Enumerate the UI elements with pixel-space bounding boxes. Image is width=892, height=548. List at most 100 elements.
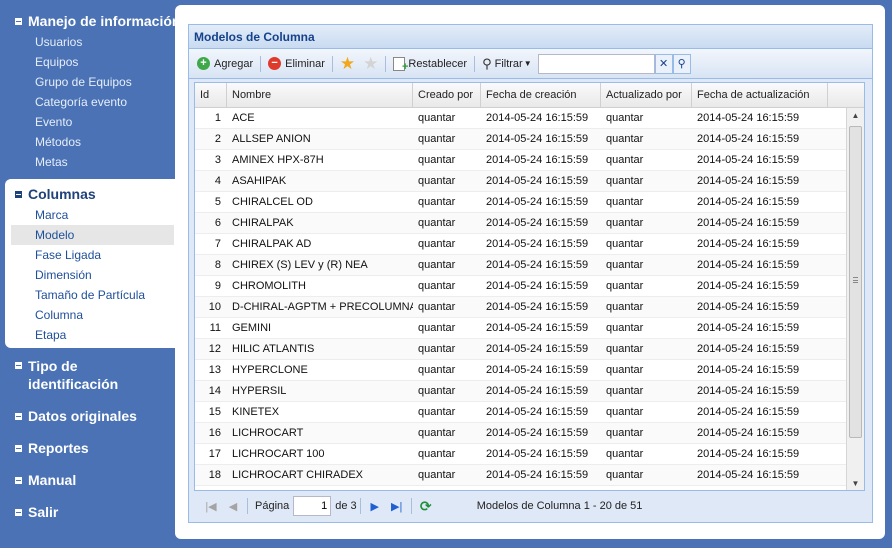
reset-button[interactable]: + Restablecer <box>389 53 471 75</box>
cell-id: 5 <box>214 196 221 208</box>
grid-header: Id Nombre Creado por Fecha de creación A… <box>195 83 864 108</box>
delete-button[interactable]: − Eliminar <box>264 53 329 75</box>
delete-button-label: Eliminar <box>285 57 325 70</box>
unfavorite-button[interactable]: ★ <box>359 53 382 75</box>
nav-group-manual[interactable]: Manual <box>0 472 76 488</box>
nav-item-columna[interactable]: Columna <box>5 305 175 325</box>
refresh-icon[interactable]: ⟳ <box>418 498 434 514</box>
data-grid: Id Nombre Creado por Fecha de creación A… <box>194 82 865 491</box>
page-number-input[interactable] <box>293 496 332 516</box>
table-row[interactable]: 3 AMINEX HPX-87H quantar 2014-05-24 16:15:5… <box>195 150 847 171</box>
cell-fecha-creacion: 2014-05-24 16:15:59 <box>486 133 589 145</box>
nav-item-etapa[interactable]: Etapa <box>5 325 175 345</box>
cell-fecha-creacion: 2014-05-24 16:15:59 <box>486 301 589 313</box>
search-field: ✕ ⚲ <box>537 53 691 74</box>
nav-group-manejo-informacion[interactable]: Manejo de información <box>0 13 180 29</box>
nav-group-columnas[interactable]: Columnas <box>5 186 175 202</box>
nav-item-modelo[interactable]: Modelo <box>11 225 174 245</box>
nav-item-categoria-evento[interactable]: Categoría evento <box>0 92 175 112</box>
table-row[interactable]: 4 ASAHIPAK quantar 2014-05-24 16:15:59 quant… <box>195 171 847 192</box>
add-button[interactable]: + Agregar <box>193 53 257 75</box>
table-row[interactable]: 12 HILIC ATLANTIS quantar 2014-05-24 16:15:… <box>195 339 847 360</box>
scroll-down-arrow-icon[interactable]: ▼ <box>847 476 864 490</box>
minus-icon: − <box>268 57 282 70</box>
cell-creado-por: quantar <box>418 238 456 250</box>
nav-group-salir[interactable]: Salir <box>0 504 58 520</box>
nav-item-metodos[interactable]: Métodos <box>0 132 175 152</box>
first-page-icon[interactable]: |◀ <box>203 498 219 514</box>
cell-actualizado-por: quantar <box>606 133 644 145</box>
table-row[interactable]: 2 ALLSEP ANION quantar 2014-05-24 16:15:59 q… <box>195 129 847 150</box>
table-row[interactable]: 13 HYPERCLONE quantar 2014-05-24 16:15:59 qu… <box>195 360 847 381</box>
column-header-id[interactable]: Id <box>195 83 227 107</box>
prev-page-icon[interactable]: ◀ <box>225 498 241 514</box>
table-row[interactable]: 5 CHIRALCEL OD quantar 2014-05-24 16:15:59 q… <box>195 192 847 213</box>
cell-fecha-creacion: 2014-05-24 16:15:59 <box>486 154 589 166</box>
cell-nombre: HILIC ATLANTIS <box>232 343 315 355</box>
close-icon: ✕ <box>659 58 669 70</box>
toolbar-separator <box>410 498 412 514</box>
cell-fecha-creacion: 2014-05-24 16:15:59 <box>486 175 589 187</box>
table-row[interactable]: 9 CHROMOLITH quantar 2014-05-24 16:15:59 qua… <box>195 276 847 297</box>
column-header-nombre[interactable]: Nombre <box>227 83 413 107</box>
nav-group-datos-originales[interactable]: Datos originales <box>0 408 137 424</box>
cell-nombre: HYPERSIL <box>232 385 287 397</box>
filter-menu-button[interactable]: ⚲ Filtrar ▼ <box>478 53 536 75</box>
nav-item-fase-ligada[interactable]: Fase Ligada <box>5 245 175 265</box>
table-row[interactable]: 18 LICHROCART CHIRADEX quantar 2014-05-24 1… <box>195 465 847 486</box>
cell-creado-por: quantar <box>418 133 456 145</box>
table-row[interactable]: 17 LICHROCART 100 quantar 2014-05-24 16:15:… <box>195 444 847 465</box>
scroll-up-arrow-icon[interactable]: ▲ <box>847 108 864 124</box>
table-row[interactable]: 10 D-CHIRAL-AGPTM + PRECOLUMNA quantar 2014… <box>195 297 847 318</box>
cell-nombre: CHIRALCEL OD <box>232 196 313 208</box>
nav-item-usuarios[interactable]: Usuarios <box>0 32 175 52</box>
nav-item-dimension[interactable]: Dimensión <box>5 265 175 285</box>
nav-item-metas[interactable]: Metas <box>0 152 175 172</box>
nav-submenu-columnas: Marca Modelo Fase Ligada Dimensión Tamañ… <box>5 205 175 345</box>
nav-panel-columnas: Columnas Marca Modelo Fase Ligada Dimens… <box>5 179 175 348</box>
nav-item-equipos[interactable]: Equipos <box>0 52 175 72</box>
table-row[interactable]: 15 KINETEX quantar 2014-05-24 16:15:59 quant… <box>195 402 847 423</box>
vertical-scrollbar[interactable]: ▲ ▼ <box>846 108 864 490</box>
cell-actualizado-por: quantar <box>606 448 644 460</box>
table-row[interactable]: 16 LICHROCART quantar 2014-05-24 16:15:59 qu… <box>195 423 847 444</box>
column-header-actualizado-por[interactable]: Actualizado por <box>601 83 692 107</box>
reset-button-label: Restablecer <box>408 57 468 70</box>
cell-fecha-actualizacion: 2014-05-24 16:15:59 <box>697 133 800 145</box>
search-button[interactable]: ⚲ <box>672 53 691 74</box>
nav-item-marca[interactable]: Marca <box>5 205 175 225</box>
nav-item-tamano-particula[interactable]: Tamaño de Partícula <box>5 285 175 305</box>
nav-item-evento[interactable]: Evento <box>0 112 175 132</box>
paging-summary: Modelos de Columna 1 - 20 de 51 <box>476 500 643 512</box>
filter-button-label: Filtrar <box>494 57 523 70</box>
nav-group-reportes[interactable]: Reportes <box>0 440 89 456</box>
cell-id: 7 <box>214 238 221 250</box>
scroll-grip-icon <box>853 277 858 283</box>
scrollbar-thumb[interactable] <box>849 126 862 438</box>
nav-group-tipo-identificacion[interactable]: Tipo de identificación <box>0 357 170 393</box>
column-header-creado-por[interactable]: Creado por <box>413 83 481 107</box>
collapse-icon <box>15 18 22 25</box>
cell-fecha-creacion: 2014-05-24 16:15:59 <box>486 448 589 460</box>
expand-icon <box>15 477 22 484</box>
table-row[interactable]: 8 CHIREX (S) LEV y (R) NEA quantar 2014-05-… <box>195 255 847 276</box>
cell-fecha-actualizacion: 2014-05-24 16:15:59 <box>697 280 800 292</box>
cell-nombre: CHROMOLITH <box>232 280 306 292</box>
last-page-icon[interactable]: ▶| <box>389 498 405 514</box>
table-row[interactable]: 11 GEMINI quantar 2014-05-24 16:15:59 quanta… <box>195 318 847 339</box>
column-header-fecha-actualizacion[interactable]: Fecha de actualización <box>692 83 828 107</box>
search-input[interactable] <box>537 53 655 74</box>
cell-nombre: D-CHIRAL-AGPTM + PRECOLUMNA <box>232 301 413 313</box>
table-row[interactable]: 7 CHIRALPAK AD quantar 2014-05-24 16:15:59 q… <box>195 234 847 255</box>
search-icon: ⚲ <box>677 58 686 70</box>
nav-item-grupo-equipos[interactable]: Grupo de Equipos <box>0 72 175 92</box>
table-row[interactable]: 1 ACE quantar 2014-05-24 16:15:59 quantar 201… <box>195 108 847 129</box>
clear-search-button[interactable]: ✕ <box>654 53 673 74</box>
favorite-button[interactable]: ★ <box>336 53 359 75</box>
table-row[interactable]: 6 CHIRALPAK quantar 2014-05-24 16:15:59 quan… <box>195 213 847 234</box>
table-row[interactable]: 14 HYPERSIL quantar 2014-05-24 16:15:59 quan… <box>195 381 847 402</box>
cell-fecha-creacion: 2014-05-24 16:15:59 <box>486 196 589 208</box>
column-header-fecha-creacion[interactable]: Fecha de creación <box>481 83 601 107</box>
next-page-icon[interactable]: ▶ <box>367 498 383 514</box>
grid-toolbar: + Agregar − Eliminar ★ ★ + Restablecer ⚲… <box>189 49 872 79</box>
